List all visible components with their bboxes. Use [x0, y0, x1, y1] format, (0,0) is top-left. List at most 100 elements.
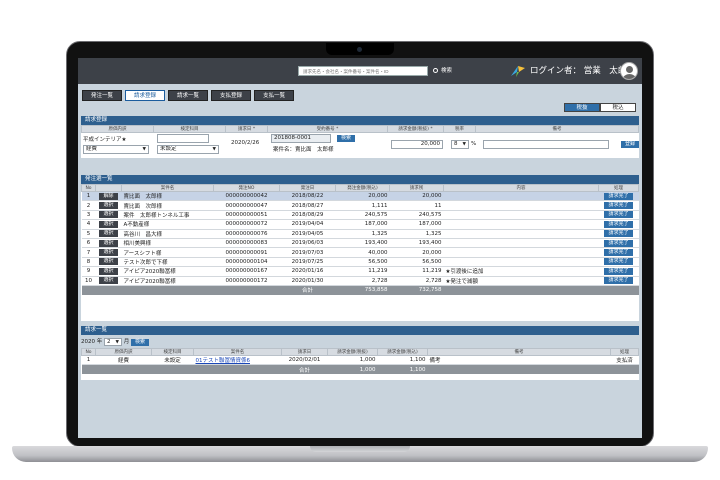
table-cell: 000000000042 [213, 191, 280, 202]
table-cell: 選択 [95, 219, 122, 230]
avatar-icon[interactable] [620, 62, 638, 80]
search-button[interactable]: 検索 [433, 66, 452, 76]
table-cell: 20,000 [335, 191, 390, 202]
year-value[interactable]: 2020 [81, 339, 95, 345]
select-button[interactable]: 選択 [99, 220, 118, 228]
table-cell: 選択 [95, 200, 122, 211]
table-cell: アイピア2020聯冨様 [121, 276, 214, 286]
cost-select[interactable]: 経費 ▼ [83, 145, 149, 154]
register-button[interactable]: 登録 [621, 141, 639, 148]
remarks-input[interactable] [483, 140, 609, 149]
table-cell: 相川美興様 [121, 238, 214, 249]
billing-search-button[interactable]: 検索 [131, 339, 150, 346]
table-cell: 000000000167 [213, 266, 280, 277]
table-cell: 9 [81, 266, 96, 277]
billing-complete-button[interactable]: 請求完了 [604, 249, 633, 257]
billing-complete-button[interactable]: 請求完了 [604, 220, 633, 228]
billing-table-panel: No 原価内訳 検定科目 案件名 請求日 請求金額(税抜) 請求金額(税込) 備考 処理 1 経費… [81, 348, 639, 380]
table-cell: 2019/04/05 [279, 229, 336, 239]
table-cell: 請求完了 [598, 219, 639, 230]
search-input[interactable] [298, 66, 428, 76]
select-button[interactable]: 選択 [99, 230, 118, 238]
table-cell [443, 247, 599, 258]
table-cell: 高谷川 昌大様 [121, 229, 214, 239]
select-button[interactable]: 選択 [99, 249, 118, 257]
table-row[interactable]: 10 選択 アイピア2020聯冨様 000000000172 2020/01/30 2,7… [81, 276, 639, 286]
table-cell: 選択 [95, 238, 122, 249]
total-cell [443, 285, 599, 295]
select-button[interactable]: 選択 [99, 202, 118, 210]
select-button[interactable]: 選択 [99, 258, 118, 266]
select-button[interactable]: 選択 [99, 211, 118, 219]
amount-input[interactable]: 20,000 [391, 140, 443, 149]
table-cell: 2,728 [335, 276, 390, 286]
client-input[interactable] [157, 134, 209, 143]
total-cell [610, 364, 639, 375]
contract-search-button[interactable]: 検索 [337, 135, 356, 142]
table-cell: 8 [81, 257, 96, 268]
column-header: 受約番号 * [267, 125, 388, 133]
column-header: No [81, 184, 96, 192]
tab-billing-register[interactable]: 請求登録 [125, 90, 166, 101]
column-header: 備考 [427, 348, 611, 356]
table-row[interactable]: 6 選択 相川美興様 000000000083 2019/06/03 193,400 193… [81, 238, 639, 249]
table-row[interactable]: 7 選択 アースシフト様 000000000091 2019/07/03 40,000 20… [81, 247, 639, 258]
table-cell: 240,575 [335, 210, 390, 221]
table-row[interactable]: 9 選択 アイピア2020聯冨様 000000000167 2020/01/16 11,2… [81, 266, 639, 277]
total-cell [193, 364, 282, 375]
tab-payment-register[interactable]: 支払登録 [211, 90, 252, 101]
release-button[interactable]: 解除 [99, 192, 118, 200]
billing-complete-button[interactable]: 請求完了 [604, 277, 633, 285]
tax-rate-select[interactable]: 8 ▼ [451, 140, 469, 149]
column-header: 内容 [443, 184, 599, 192]
table-cell: 193,400 [389, 238, 444, 249]
billing-complete-button[interactable]: 請求完了 [604, 202, 633, 210]
table-cell: 1,325 [389, 229, 444, 239]
tab-payment-list[interactable]: 支払一覧 [254, 90, 295, 101]
app-screen: 検索 ログイン者： 営業 太郎 発注一覧 請求登録 請求一覧 支払登録 支払一覧… [78, 58, 642, 438]
table-cell: 20,000 [389, 247, 444, 258]
table-row[interactable]: 1 経費 未設定 01テスト聯冨情資係6 2020/02/01 1,000 1,100 備考支… [81, 355, 639, 366]
tax-included-button[interactable]: 税込 [600, 103, 636, 112]
period-filter: 2020 年 2 ▼ 月 検索 [81, 337, 281, 347]
column-header: 案件名 [193, 348, 282, 356]
billing-complete-button[interactable]: 請求完了 [604, 258, 633, 266]
tab-billing-list[interactable]: 請求一覧 [168, 90, 209, 101]
billing-complete-button[interactable]: 請求完了 [604, 211, 633, 219]
month-select[interactable]: 2 ▼ [104, 337, 123, 346]
table-row[interactable]: 4 選択 A不動産様 000000000072 2019/04/04 187,000 187… [81, 219, 639, 230]
billing-complete-button[interactable]: 請求完了 [604, 267, 633, 275]
billing-date[interactable]: 2020/2/26 [231, 140, 259, 146]
billing-complete-button[interactable]: 請求完了 [604, 230, 633, 238]
column-header: 請求金額(税込) [377, 348, 428, 356]
table-cell [443, 191, 599, 202]
total-cell: 732,758 [389, 285, 444, 295]
table-cell: 備考 [427, 355, 611, 366]
table-row[interactable]: 5 選択 高谷川 昌大様 000000000076 2019/04/05 1,325 1,3… [81, 229, 639, 239]
table-cell: 請求完了 [598, 276, 639, 286]
project-link[interactable]: 01テスト聯冨情資係6 [196, 358, 251, 364]
select-button[interactable]: 選択 [99, 239, 118, 247]
tab-order-list[interactable]: 発注一覧 [82, 90, 123, 101]
select-button[interactable]: 選択 [99, 267, 118, 275]
billing-complete-button[interactable]: 請求完了 [604, 239, 633, 247]
chevron-down-icon: ▼ [212, 147, 216, 152]
tax-excluded-button[interactable]: 税抜 [564, 103, 600, 112]
table-cell: 4 [81, 219, 96, 230]
table-cell: 2,728 [389, 276, 444, 286]
table-cell: 選択 [95, 229, 122, 239]
table-cell: 1,325 [335, 229, 390, 239]
account-select[interactable]: 未設定 ▼ [157, 145, 219, 154]
billing-complete-button[interactable]: 請求完了 [604, 192, 633, 200]
table-cell [443, 238, 599, 249]
billing-register-panel: 請求登録 原価内訳 検定科目 請求日 * 受約番号 * 請求金額(税抜) * 税… [81, 116, 639, 158]
total-cell: 合計 [281, 364, 328, 375]
table-row[interactable]: 8 選択 テスト次郎で下様 000000000104 2019/07/25 56,500 5… [81, 257, 639, 268]
table-row[interactable]: 1 解除 賣比面 太郎様 000000000042 2018/08/22 20,000 20… [81, 191, 639, 202]
table-cell: 20,000 [389, 191, 444, 202]
contract-number-field[interactable]: 201808-0001 [271, 134, 331, 143]
select-button[interactable]: 選択 [99, 277, 118, 285]
table-row[interactable]: 2 選択 賣比面 次郎様 000000000047 2018/08/27 1,111 11 請… [81, 200, 639, 211]
total-row: 合計 1,000 1,100 [81, 364, 639, 375]
table-row[interactable]: 3 選択 案件 太郎様トンネル工事 000000000051 2018/08/29 240… [81, 210, 639, 221]
